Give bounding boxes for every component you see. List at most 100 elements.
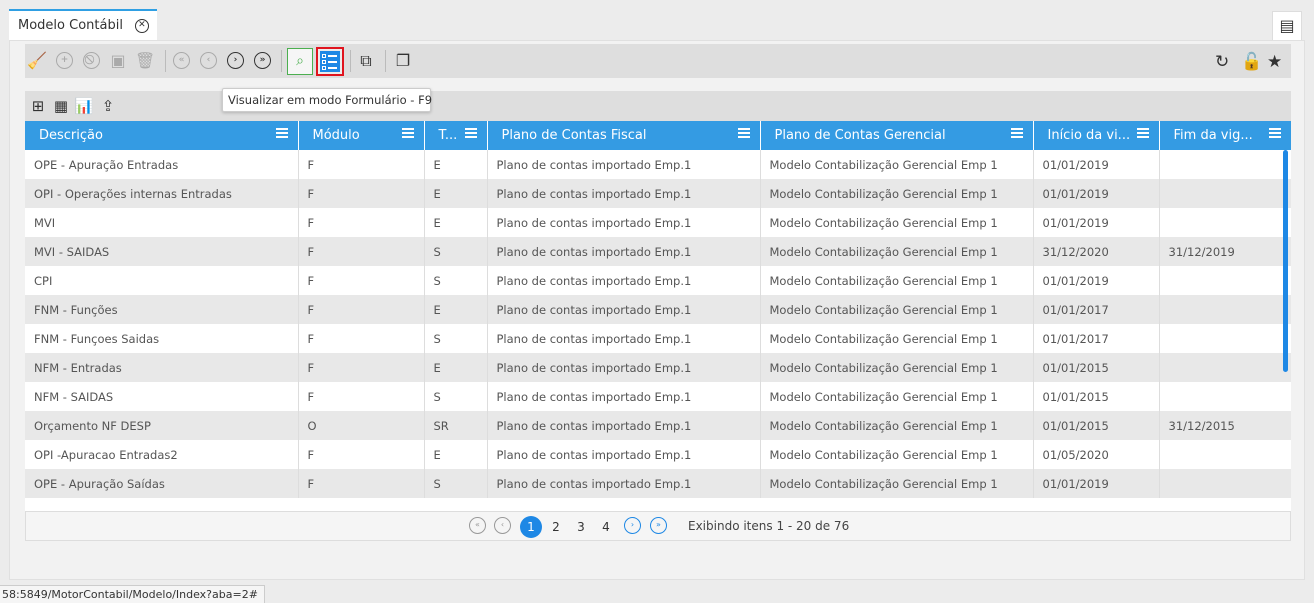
table-cell: E bbox=[424, 150, 488, 179]
table-cell: S bbox=[424, 382, 488, 411]
column-header-label: Início da vi... bbox=[1047, 128, 1131, 143]
column-header-label: Plano de Contas Fiscal bbox=[501, 128, 647, 143]
table-cell: F bbox=[298, 237, 425, 266]
table-cell: Plano de contas importado Emp.1 bbox=[487, 179, 761, 208]
table-row[interactable]: OPE - Apuração Saídas F S Plano de contas i… bbox=[25, 469, 1291, 498]
table-cell: O bbox=[298, 411, 425, 440]
previous-page-icon[interactable]: ‹ bbox=[494, 517, 511, 534]
pagination-info: Exibindo itens 1 - 20 de 76 bbox=[688, 519, 850, 533]
column-menu-icon[interactable] bbox=[275, 128, 288, 140]
next-page-icon[interactable]: › bbox=[624, 517, 641, 534]
table-cell: MVI bbox=[25, 208, 299, 237]
last-page-icon[interactable]: » bbox=[650, 517, 667, 534]
table-row[interactable]: Orçamento NF DESP O SR Plano de contas impo… bbox=[25, 411, 1291, 440]
table-cell: FNM - Funções bbox=[25, 295, 299, 324]
column-menu-icon[interactable] bbox=[737, 128, 750, 140]
page-4[interactable]: 4 bbox=[595, 516, 617, 538]
previous-record-icon[interactable]: ‹ bbox=[200, 52, 217, 69]
table-row[interactable]: MVI - SAIDAS F S Plano de contas importado … bbox=[25, 237, 1291, 266]
table-cell: OPE - Apuração Entradas bbox=[25, 150, 299, 179]
table-cell: MVI - SAIDAS bbox=[25, 237, 299, 266]
table-cell: Modelo Contabilização Gerencial Emp 1 bbox=[760, 411, 1034, 440]
table-row[interactable]: OPE - Apuração Entradas F E Plano de contas… bbox=[25, 150, 1291, 179]
table-cell: F bbox=[298, 179, 425, 208]
table-cell: 01/01/2019 bbox=[1033, 469, 1160, 498]
next-record-icon[interactable]: › bbox=[227, 52, 244, 69]
table-cell: Plano de contas importado Emp.1 bbox=[487, 382, 761, 411]
table-cell: Plano de contas importado Emp.1 bbox=[487, 353, 761, 382]
table-cell: Modelo Contabilização Gerencial Emp 1 bbox=[760, 382, 1034, 411]
column-header[interactable]: Plano de Contas Fiscal bbox=[487, 121, 761, 150]
table-cell: Plano de contas importado Emp.1 bbox=[487, 324, 761, 353]
table-cell: Plano de contas importado Emp.1 bbox=[487, 237, 761, 266]
clear-broom-icon[interactable]: 🧹 bbox=[27, 51, 47, 71]
table-cell: Modelo Contabilização Gerencial Emp 1 bbox=[760, 237, 1034, 266]
main-panel: 🧹 + ⃠ ▣ 🗑 « ‹ › » ⌕ ⧉ ❐ ↻ 🔓 ★ ⊞ ▦ 📊 bbox=[9, 40, 1305, 580]
grid-columns-icon[interactable]: ▦ bbox=[51, 96, 71, 116]
first-record-icon[interactable]: « bbox=[173, 52, 190, 69]
table-cell: Plano de contas importado Emp.1 bbox=[487, 469, 761, 498]
table-cell: Modelo Contabilização Gerencial Emp 1 bbox=[760, 208, 1034, 237]
refresh-icon[interactable]: ↻ bbox=[1215, 52, 1229, 72]
table-cell: 01/01/2019 bbox=[1033, 266, 1160, 295]
column-menu-icon[interactable] bbox=[1136, 128, 1149, 140]
lock-icon[interactable]: 🔓 bbox=[1241, 52, 1262, 72]
table-cell: F bbox=[298, 150, 425, 179]
page-2[interactable]: 2 bbox=[545, 516, 567, 538]
table-cell: E bbox=[424, 179, 488, 208]
table-row[interactable]: FNM - Funções F E Plano de contas importado… bbox=[25, 295, 1291, 324]
table-cell bbox=[1159, 179, 1291, 208]
column-menu-icon[interactable] bbox=[1268, 128, 1281, 140]
close-tab-icon[interactable]: ✕ bbox=[134, 19, 149, 33]
search-icon: ⌕ bbox=[296, 53, 304, 69]
table-row[interactable]: FNM - Funçoes Saidas F S Plano de contas im… bbox=[25, 324, 1291, 353]
column-header[interactable]: Fim da vig... bbox=[1159, 121, 1291, 150]
chart-icon[interactable]: 📊 bbox=[74, 96, 94, 116]
column-menu-icon[interactable] bbox=[464, 128, 477, 140]
delete-icon[interactable]: 🗑 bbox=[135, 51, 155, 71]
page-3[interactable]: 3 bbox=[570, 516, 592, 538]
column-header[interactable]: Início da vi... bbox=[1033, 121, 1160, 150]
table-cell: Modelo Contabilização Gerencial Emp 1 bbox=[760, 353, 1034, 382]
favorite-star-icon[interactable]: ★ bbox=[1267, 52, 1282, 72]
export-icon[interactable]: ⇪ bbox=[98, 96, 118, 116]
table-cell: Modelo Contabilização Gerencial Emp 1 bbox=[760, 266, 1034, 295]
toolbar-divider bbox=[165, 50, 166, 72]
cancel-icon[interactable]: ⃠ bbox=[83, 52, 100, 69]
column-header[interactable]: T... bbox=[424, 121, 488, 150]
table-row[interactable]: MVI F E Plano de contas importado Emp.1 Mode… bbox=[25, 208, 1291, 237]
window-options-icon[interactable]: ▤ bbox=[1272, 11, 1302, 41]
column-header[interactable]: Descrição bbox=[25, 121, 299, 150]
save-icon[interactable]: ▣ bbox=[108, 51, 128, 71]
search-button[interactable]: ⌕ bbox=[287, 48, 313, 75]
add-icon[interactable]: + bbox=[56, 52, 73, 69]
table-row[interactable]: CPI F S Plano de contas importado Emp.1 Mode… bbox=[25, 266, 1291, 295]
form-view-button[interactable] bbox=[316, 47, 344, 76]
vertical-scrollbar[interactable] bbox=[1283, 150, 1288, 372]
table-row[interactable]: OPI - Operações internas Entradas F E Plano… bbox=[25, 179, 1291, 208]
table-cell: Plano de contas importado Emp.1 bbox=[487, 440, 761, 469]
table-row[interactable]: NFM - Entradas F E Plano de contas importad… bbox=[25, 353, 1291, 382]
table-cell: E bbox=[424, 353, 488, 382]
last-record-icon[interactable]: » bbox=[254, 52, 271, 69]
column-menu-icon[interactable] bbox=[1010, 128, 1023, 140]
table-header: Descrição Módulo T... Plano de Contas Fisca… bbox=[25, 121, 1291, 150]
window-icon[interactable]: ⧉ bbox=[356, 51, 376, 71]
column-header[interactable]: Módulo bbox=[298, 121, 425, 150]
page-1[interactable]: 1 bbox=[520, 516, 542, 538]
table-cell: Plano de contas importado Emp.1 bbox=[487, 208, 761, 237]
table-cell: NFM - Entradas bbox=[25, 353, 299, 382]
group-icon[interactable]: ⊞ bbox=[28, 96, 48, 116]
table-row[interactable]: OPI -Apuracao Entradas2 F E Plano de contas… bbox=[25, 440, 1291, 469]
first-page-icon[interactable]: « bbox=[469, 517, 486, 534]
tab-modelo-contabil[interactable]: Modelo Contábil ✕ bbox=[9, 9, 157, 40]
table-cell: Modelo Contabilização Gerencial Emp 1 bbox=[760, 150, 1034, 179]
table-cell: Modelo Contabilização Gerencial Emp 1 bbox=[760, 295, 1034, 324]
table-cell: E bbox=[424, 440, 488, 469]
copy-icon[interactable]: ❐ bbox=[393, 51, 413, 71]
column-menu-icon[interactable] bbox=[401, 128, 414, 140]
data-grid: Descrição Módulo T... Plano de Contas Fisca… bbox=[25, 121, 1291, 511]
table-cell: F bbox=[298, 266, 425, 295]
column-header[interactable]: Plano de Contas Gerencial bbox=[760, 121, 1034, 150]
table-row[interactable]: NFM - SAIDAS F S Plano de contas importado … bbox=[25, 382, 1291, 411]
